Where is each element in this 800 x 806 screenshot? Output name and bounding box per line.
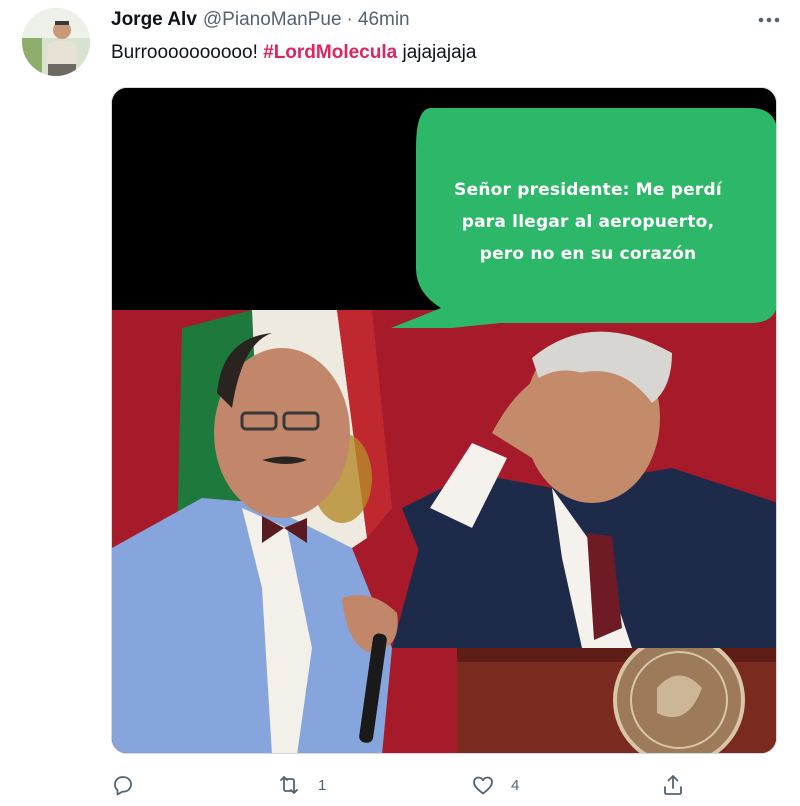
like-button[interactable]: 4 (471, 768, 519, 802)
speech-line: pero no en su corazón (479, 244, 697, 264)
speech-line: para llegar al aeropuerto, (461, 212, 715, 232)
retweet-button[interactable]: 1 (276, 768, 326, 802)
avatar[interactable] (22, 8, 90, 76)
tweet-text-start: Burroooooooooo! (111, 42, 264, 63)
speech-line: Señor presidente: Me perdí (454, 180, 722, 200)
hashtag-link[interactable]: #LordMolecula (263, 42, 397, 63)
reply-icon (114, 776, 132, 796)
tweet-text: Burroooooooooo! #LordMolecula jajajajaja (111, 40, 476, 66)
retweet-icon (280, 776, 298, 794)
tweet-media-image[interactable]: Señor presidente: Me perdí para llegar a… (111, 87, 777, 754)
more-options-button[interactable] (754, 8, 784, 32)
display-name[interactable]: Jorge Alv (111, 9, 197, 31)
tweet-text-end: jajajajaja (397, 42, 477, 63)
reply-button[interactable] (111, 768, 151, 802)
podium-graphic (457, 634, 776, 753)
user-handle[interactable]: @PianoManPue (203, 9, 342, 31)
avatar-photo (22, 8, 90, 76)
share-icon (664, 775, 682, 795)
share-button[interactable] (661, 768, 701, 802)
speech-bubble-text: Señor presidente: Me perdí para llegar a… (412, 174, 764, 270)
more-dots-icon (758, 17, 780, 23)
like-icon (473, 776, 493, 795)
tweet-header: Jorge Alv @PianoManPue · 46min (111, 8, 410, 32)
timestamp[interactable]: 46min (358, 9, 410, 31)
like-count: 4 (511, 776, 520, 794)
tweet-actions: 1 4 (111, 768, 691, 802)
retweet-count: 1 (318, 776, 327, 794)
separator: · (346, 9, 353, 30)
